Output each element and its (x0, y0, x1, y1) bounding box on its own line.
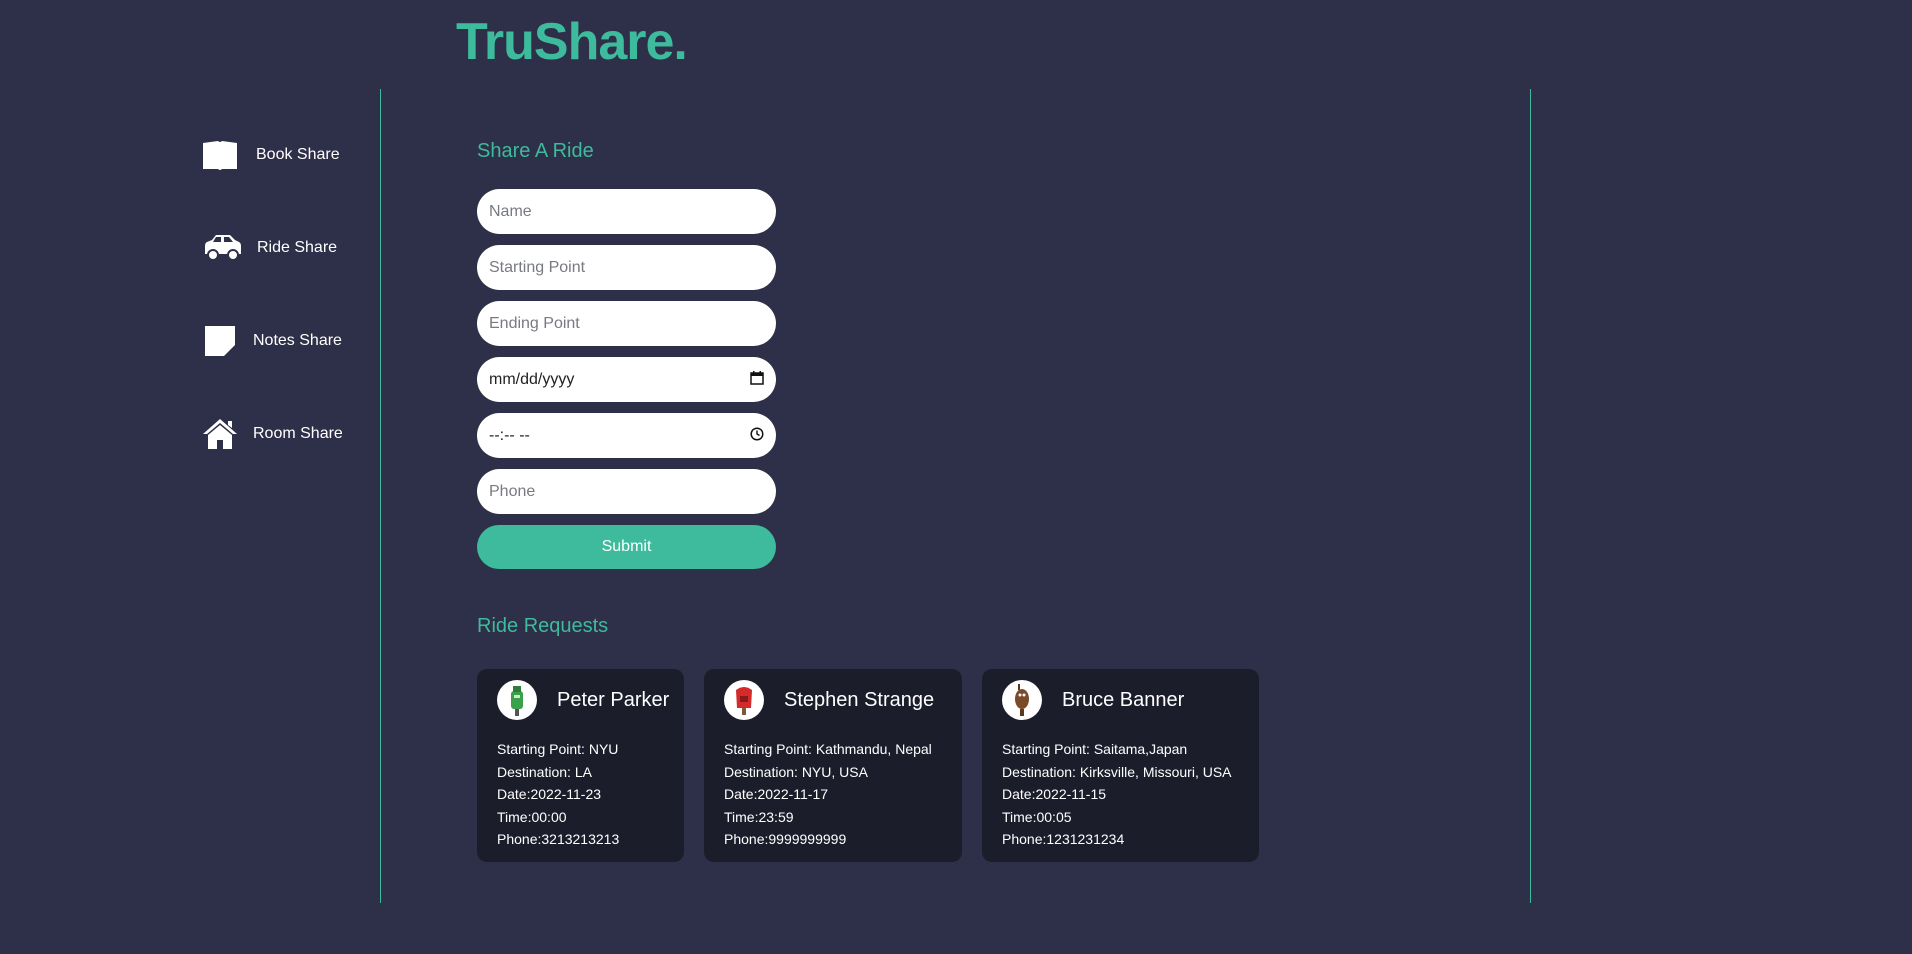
name-placeholder: Name (489, 202, 532, 220)
share-ride-title: Share A Ride (477, 140, 594, 162)
destination-text: Destination: Kirksville, Missouri, USA (1002, 763, 1232, 780)
ride-requests-title: Ride Requests (477, 615, 609, 637)
avatar (1002, 680, 1042, 720)
ride-request-card[interactable]: Stephen Strange Starting Point: Kathmand… (704, 669, 962, 862)
date-input[interactable]: mm/dd/yyyy (477, 357, 776, 402)
ride-request-card[interactable]: Peter Parker Starting Point: NYU Destina… (477, 669, 684, 862)
destination-text: Destination: NYU, USA (724, 763, 868, 780)
phone-text: Phone:9999999999 (724, 831, 847, 847)
sidebar-item-book-share[interactable]: Book Share (200, 133, 370, 177)
phone-text: Phone:1231231234 (1002, 831, 1125, 847)
car-icon (203, 228, 243, 268)
clock-icon[interactable] (750, 427, 764, 444)
destination-text: Destination: LA (497, 763, 592, 780)
phone-input[interactable]: Phone (477, 469, 776, 514)
book-icon (200, 135, 240, 175)
time-input[interactable]: --:-- -- (477, 413, 776, 458)
ending-point-input[interactable]: Ending Point (477, 301, 776, 346)
note-icon (200, 321, 240, 361)
starting-point-text: Starting Point: NYU (497, 741, 619, 757)
sidebar-item-notes-share[interactable]: Notes Share (200, 319, 370, 363)
sidebar-item-label: Ride Share (257, 239, 338, 256)
time-placeholder: --:-- -- (489, 426, 530, 444)
date-placeholder: mm/dd/yyyy (489, 370, 575, 388)
sidebar-item-ride-share[interactable]: Ride Share (200, 226, 370, 270)
name-input[interactable]: Name (477, 189, 776, 234)
avatar (724, 680, 764, 720)
sidebar-item-label: Book Share (256, 146, 340, 163)
time-text: Time:23:59 (724, 808, 794, 825)
left-divider (380, 89, 381, 903)
rider-name: Peter Parker (557, 688, 670, 711)
right-divider (1530, 89, 1531, 903)
sidebar-item-label: Room Share (253, 425, 343, 442)
submit-button[interactable]: Submit (477, 525, 776, 569)
starting-point-text: Starting Point: Kathmandu, Nepal (724, 741, 932, 757)
brand-logo[interactable]: TruShare. (456, 8, 688, 76)
avatar (497, 680, 537, 720)
date-text: Date:2022-11-17 (724, 786, 829, 802)
sidebar-item-room-share[interactable]: Room Share (200, 412, 370, 456)
phone-text: Phone:3213213213 (497, 831, 620, 847)
phone-placeholder: Phone (489, 482, 536, 500)
date-text: Date:2022-11-23 (497, 786, 602, 802)
date-text: Date:2022-11-15 (1002, 786, 1107, 802)
house-icon (200, 414, 240, 454)
ride-request-card[interactable]: Bruce Banner Starting Point: Saitama,Jap… (982, 669, 1259, 862)
ending-point-placeholder: Ending Point (489, 314, 580, 332)
calendar-icon[interactable] (750, 371, 764, 388)
starting-point-input[interactable]: Starting Point (477, 245, 776, 290)
time-text: Time:00:00 (497, 808, 567, 825)
starting-point-text: Starting Point: Saitama,Japan (1002, 741, 1188, 757)
starting-point-placeholder: Starting Point (489, 258, 586, 276)
sidebar-item-label: Notes Share (253, 332, 342, 349)
page: TruShare. Book Share Ride Share Notes Sh… (0, 0, 1912, 954)
rider-name: Bruce Banner (1062, 688, 1185, 711)
rider-name: Stephen Strange (784, 688, 935, 711)
time-text: Time:00:05 (1002, 808, 1072, 825)
